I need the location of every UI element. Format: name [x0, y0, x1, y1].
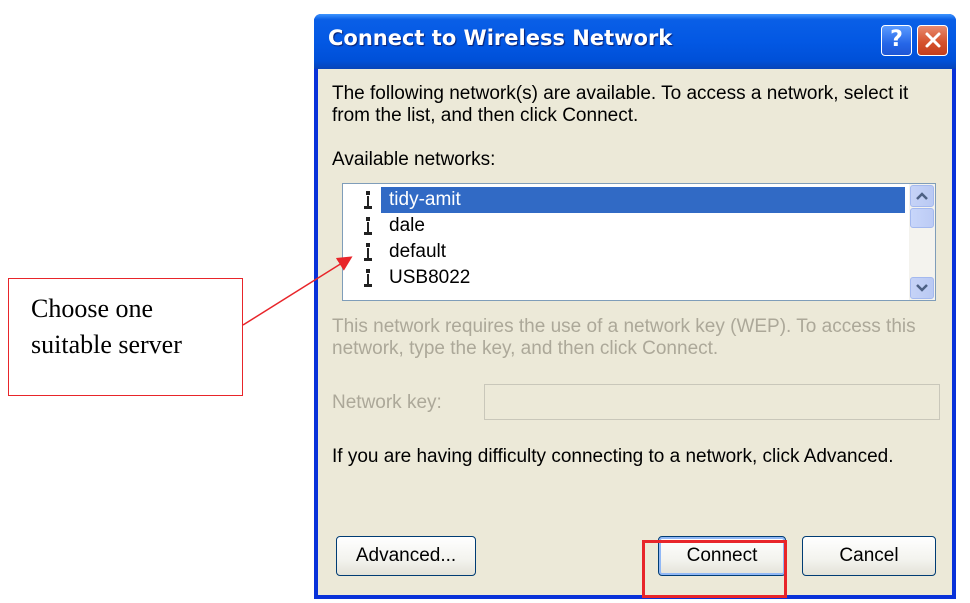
network-name: tidy-amit — [381, 187, 905, 213]
network-name: USB8022 — [389, 267, 471, 288]
scroll-thumb[interactable] — [910, 208, 934, 228]
network-list-scrollbar[interactable] — [909, 184, 935, 300]
annotation-line-1: Choose one — [31, 294, 154, 323]
dialog-body: The following network(s) are available. … — [318, 69, 952, 595]
difficulty-text: If you are having difficulty connecting … — [332, 446, 894, 467]
network-item-dale[interactable]: dale — [343, 213, 909, 239]
wireless-network-icon — [364, 217, 372, 235]
advanced-button[interactable]: Advanced... — [336, 536, 476, 576]
network-key-input[interactable] — [484, 384, 940, 420]
wireless-network-icon — [364, 191, 372, 209]
intro-text: The following network(s) are available. … — [332, 83, 909, 126]
network-key-label: Network key: — [332, 392, 442, 413]
annotation-callout: Choose one suitable server — [8, 278, 243, 396]
scroll-up-button[interactable] — [910, 185, 934, 207]
network-name: default — [389, 241, 447, 262]
available-networks-label: Available networks: — [332, 149, 496, 170]
scroll-up-arrow-icon — [916, 192, 928, 200]
wireless-network-icon — [364, 269, 372, 287]
dialog-titlebar[interactable]: Connect to Wireless Network ? — [314, 14, 956, 69]
network-item-default[interactable]: default — [343, 239, 909, 265]
wireless-network-icon — [364, 243, 372, 261]
network-item-tidy-amit[interactable]: tidy-amit — [343, 187, 909, 213]
scroll-down-button[interactable] — [910, 277, 934, 299]
network-name: dale — [389, 215, 425, 236]
help-button[interactable]: ? — [881, 25, 912, 56]
connect-wireless-dialog: Connect to Wireless Network ? The follow… — [314, 14, 956, 599]
network-item-usb8022[interactable]: USB8022 — [343, 265, 909, 291]
dialog-title: Connect to Wireless Network — [328, 26, 673, 50]
close-icon — [925, 32, 940, 48]
close-button[interactable] — [917, 25, 948, 56]
scroll-down-arrow-icon — [916, 284, 928, 292]
connect-button[interactable]: Connect — [658, 536, 786, 576]
wep-info-text: This network requires the use of a netwo… — [332, 316, 916, 359]
cancel-button[interactable]: Cancel — [802, 536, 936, 576]
annotation-line-2: suitable server — [31, 330, 182, 359]
network-list[interactable]: tidy-amit dale default USB8022 — [342, 183, 936, 301]
